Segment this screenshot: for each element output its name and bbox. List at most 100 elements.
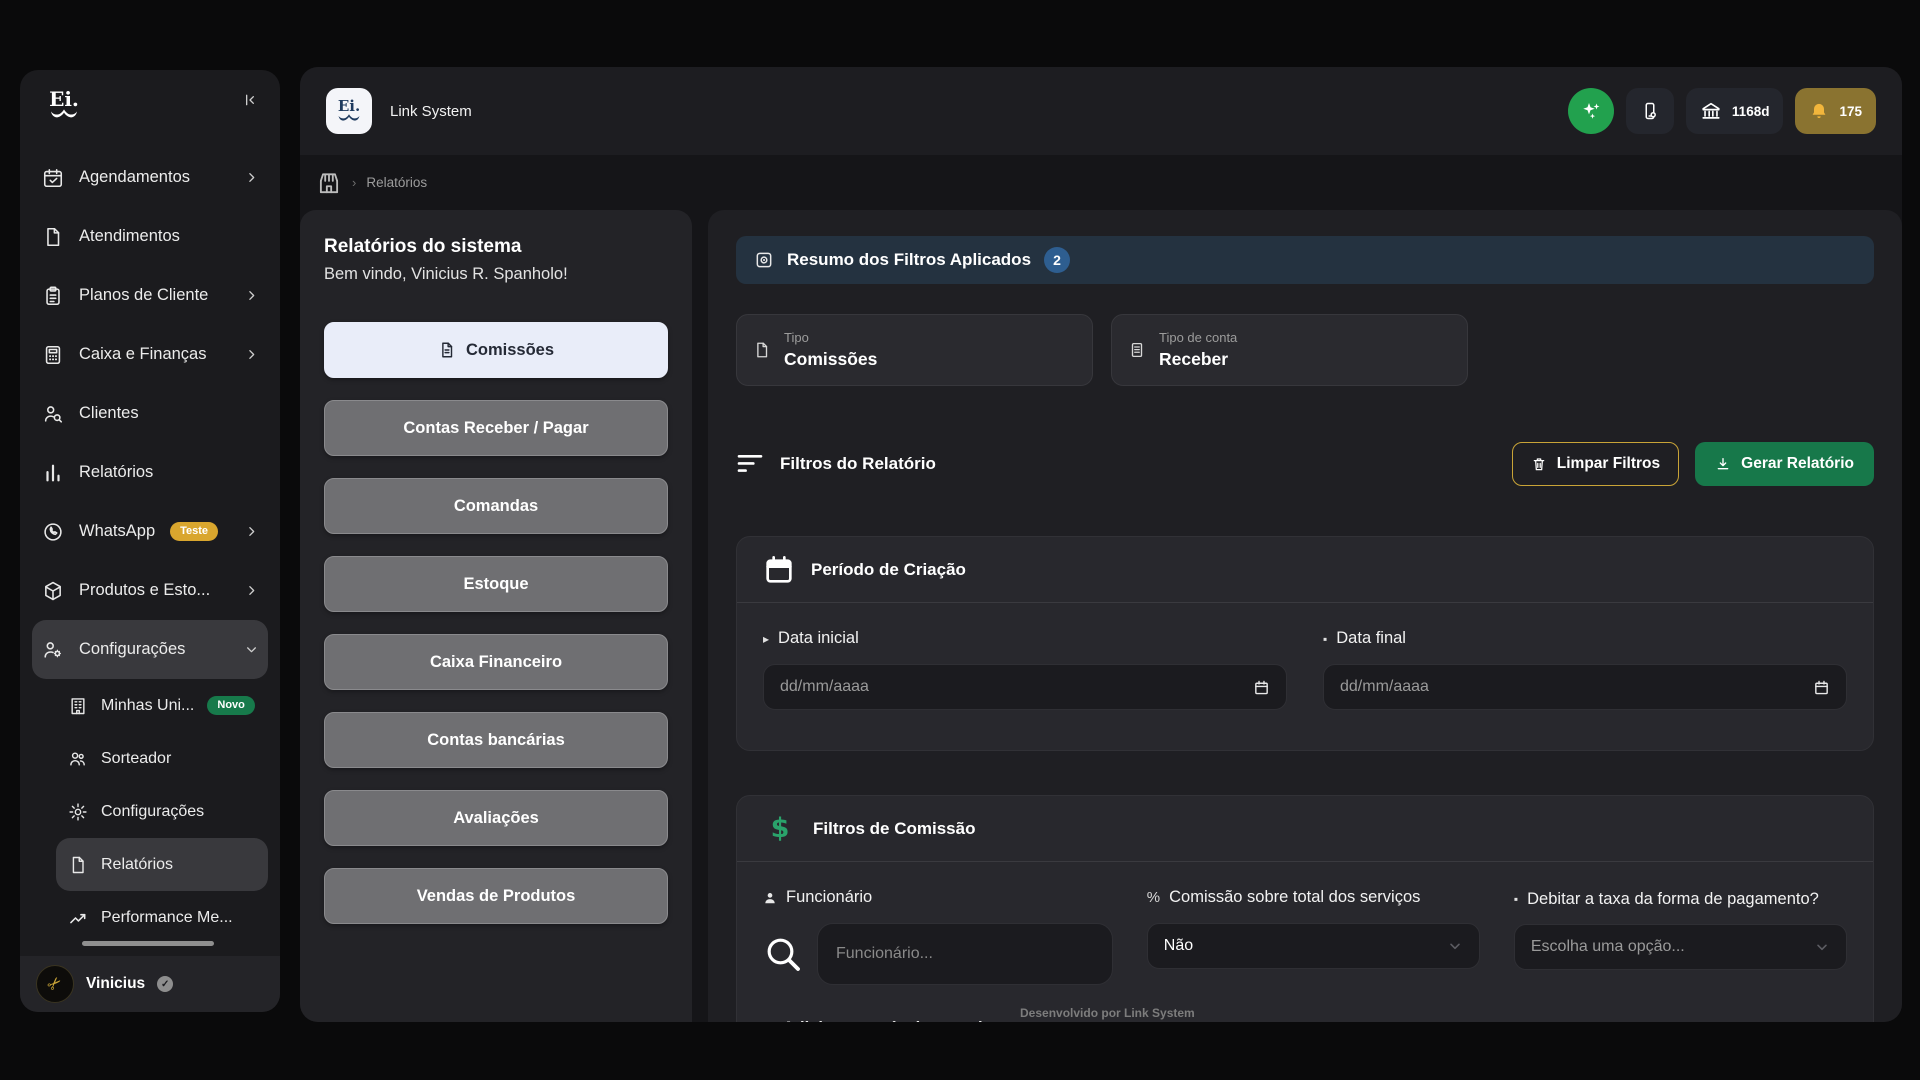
document-icon [753,340,771,360]
sidebar-item-label: Caixa e Finanças [79,345,206,364]
report-button-label: Avaliações [453,809,539,828]
sidebar-item-label: Sorteador [101,750,171,768]
notifications-button[interactable]: 175 [1795,88,1876,134]
dollar-icon: $ [763,813,797,844]
calendar-picker-icon[interactable] [1813,679,1830,696]
start-date-input-box [763,664,1287,710]
breadcrumb-separator: › [352,175,356,190]
sidebar-item-relatorios[interactable]: Relatórios [32,443,268,502]
bell-icon [1809,101,1829,121]
report-button-label: Estoque [463,575,528,594]
debit-tax-select[interactable]: Escolha uma opção... [1514,924,1847,970]
reports-subtitle: Bem vindo, Vinicius R. Spanholo! [324,265,668,284]
triangle-bullet-icon: ▸ [763,632,769,646]
reports-panel: Relatórios do sistema Bem vindo, Viniciu… [300,210,692,1022]
clear-filters-label: Limpar Filtros [1557,455,1660,473]
report-button-contas-bancarias[interactable]: Contas bancárias [324,712,668,768]
sidebar-item-relatorios-sub[interactable]: Relatórios [56,838,268,891]
square-bullet-icon: ▪ [1323,632,1327,646]
sidebar-item-clientes[interactable]: Clientes [32,384,268,443]
report-button-contas-receber-pagar[interactable]: Contas Receber / Pagar [324,400,668,456]
brand-logo-text: Ei. [338,100,360,113]
person-search-icon [42,403,64,425]
filter-chips: Tipo Comissões Tipo de conta Receber [736,314,1874,386]
add-surcharges-row[interactable]: + Adicionar acréscimos e desc [763,1019,1847,1022]
sidebar-item-label: Clientes [79,404,139,423]
whatsapp-icon [42,521,64,543]
filter-lines-icon [736,453,764,475]
employee-search-input[interactable] [836,945,1094,963]
sidebar: Ei. Agendamentos Atendimentos Planos de … [20,70,280,1012]
sidebar-item-configuracoes-sub[interactable]: Configurações [56,785,268,838]
employee-label: Funcionário [763,888,1113,907]
breadcrumb-current[interactable]: Relatórios [366,175,427,190]
phone-gear-icon [1640,101,1660,121]
debit-tax-field: ▪ Debitar a taxa da forma de pagamento? … [1514,888,1847,970]
commission-total-select[interactable]: Não [1147,923,1480,969]
chevron-right-icon [245,171,258,184]
end-date-input[interactable] [1340,678,1803,696]
employee-field: Funcionário [763,888,1113,985]
report-button-avaliacoes[interactable]: Avaliações [324,790,668,846]
header-actions: 1168d 175 [1568,88,1876,134]
commission-total-label: % Comissão sobre total dos serviços [1147,888,1480,907]
report-button-comissoes[interactable]: Comissões [324,322,668,378]
calendar-icon [763,554,795,586]
sidebar-item-sorteador[interactable]: Sorteador [56,732,268,785]
top-header: Ei. Link System 1168d 175 [300,67,1902,155]
clear-filters-button[interactable]: Limpar Filtros [1512,442,1679,486]
sidebar-collapse-icon[interactable] [240,90,260,110]
report-button-label: Contas Receber / Pagar [403,419,588,438]
people-icon [68,749,88,769]
calendar-check-icon [42,167,64,189]
chip-label: Tipo de conta [1159,330,1237,345]
calendar-picker-icon[interactable] [1253,679,1270,696]
sidebar-item-performance[interactable]: Performance Me... [56,891,268,944]
filters-count-badge: 2 [1044,247,1070,273]
teste-badge: Teste [170,522,218,541]
report-button-estoque[interactable]: Estoque [324,556,668,612]
report-button-vendas-de-produtos[interactable]: Vendas de Produtos [324,868,668,924]
device-button[interactable] [1626,88,1674,134]
sidebar-item-caixa-e-financas[interactable]: Caixa e Finanças [32,325,268,384]
mustache-icon [49,108,79,119]
report-button-label: Comissões [466,341,554,360]
start-date-label: ▸ Data inicial [763,629,1287,648]
debit-tax-placeholder: Escolha uma opção... [1531,938,1685,956]
report-button-comandas[interactable]: Comandas [324,478,668,534]
ai-sparkles-button[interactable] [1568,88,1614,134]
sidebar-item-label: WhatsApp [79,522,155,541]
sidebar-item-whatsapp[interactable]: WhatsApp Teste [32,502,268,561]
download-icon [1715,456,1731,472]
sidebar-item-label: Relatórios [79,463,153,482]
start-date-input[interactable] [780,678,1243,696]
sidebar-user-footer[interactable]: ✂ Vinicius ✓ [20,956,280,1012]
bank-counter-value: 1168d [1732,104,1770,119]
document-icon [438,341,456,359]
sidebar-item-agendamentos[interactable]: Agendamentos [32,148,268,207]
sidebar-item-label: Minhas Uni... [101,697,194,715]
sidebar-logo: Ei. [44,90,84,119]
applied-filters-summary: Resumo dos Filtros Aplicados 2 [736,236,1874,284]
end-date-label: ▪ Data final [1323,629,1847,648]
user-name: Vinicius [86,975,145,993]
box-icon [42,580,64,602]
home-icon[interactable] [316,170,342,196]
chevron-down-icon [1447,938,1463,954]
summary-title: Resumo dos Filtros Aplicados [787,250,1031,270]
toolbar-title: Filtros do Relatório [780,454,936,474]
sidebar-item-minhas-unidades[interactable]: Minhas Uni... Novo [56,679,268,732]
bank-icon [1700,100,1722,122]
report-button-caixa-financeiro[interactable]: Caixa Financeiro [324,634,668,690]
sidebar-scrollbar[interactable] [82,941,214,946]
filters-panel: Resumo dos Filtros Aplicados 2 Tipo Comi… [708,210,1902,1022]
bank-counter-button[interactable]: 1168d [1686,88,1784,134]
sidebar-item-produtos-e-estoque[interactable]: Produtos e Esto... [32,561,268,620]
generate-report-button[interactable]: Gerar Relatório [1695,442,1874,486]
sidebar-item-atendimentos[interactable]: Atendimentos [32,207,268,266]
breadcrumb: › Relatórios [300,155,1902,210]
sidebar-item-planos-de-cliente[interactable]: Planos de Cliente [32,266,268,325]
sidebar-item-configuracoes[interactable]: Configurações [32,620,268,679]
sidebar-item-label: Configurações [79,640,185,659]
start-date-field: ▸ Data inicial [763,629,1287,710]
